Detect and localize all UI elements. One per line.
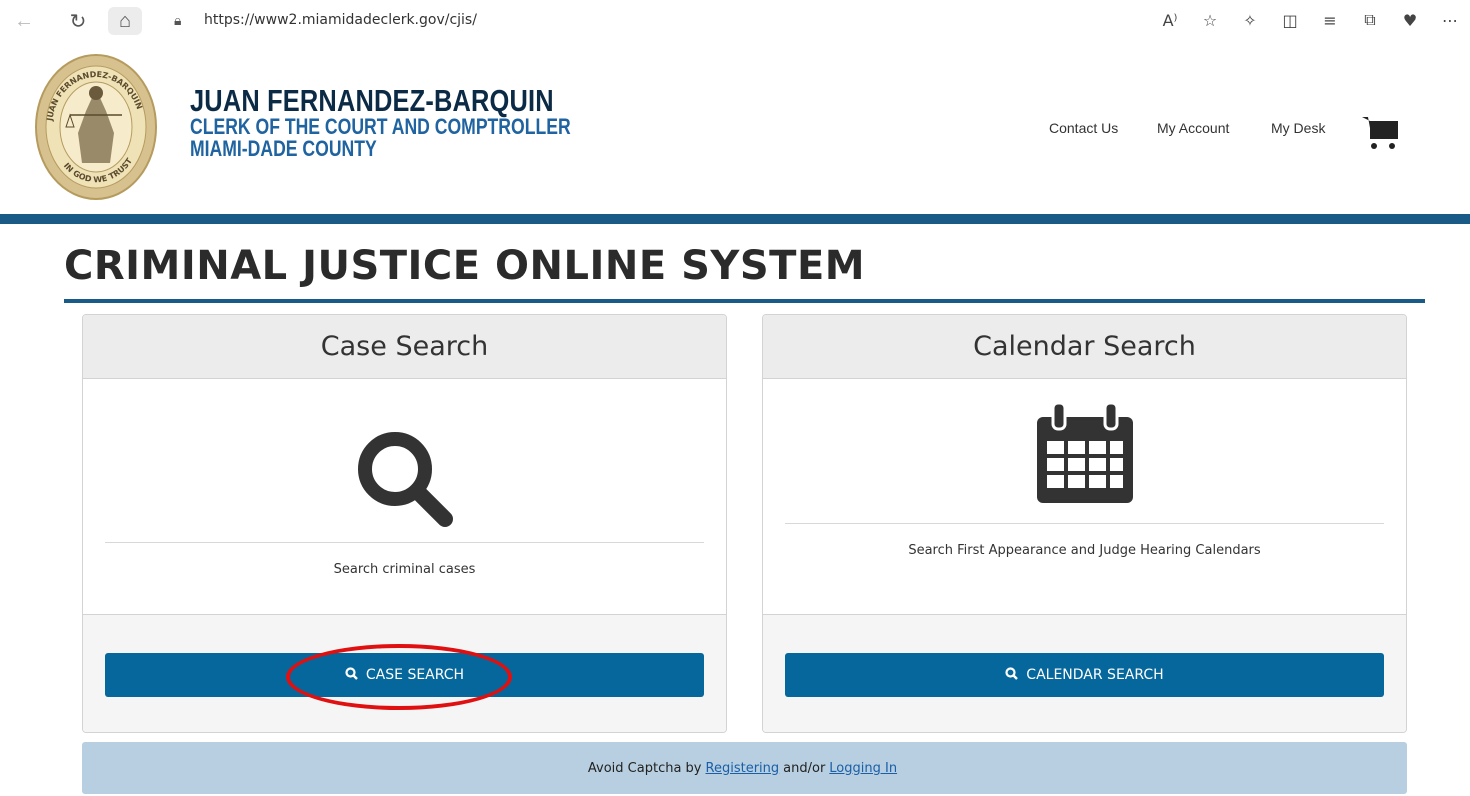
search-button-icon xyxy=(1005,666,1019,684)
read-aloud-icon[interactable]: A⁾ xyxy=(1150,11,1190,30)
favorites-list-icon[interactable]: ≡ xyxy=(1310,11,1350,30)
notice-middle: and/or xyxy=(783,760,826,776)
search-button-icon xyxy=(345,666,358,684)
shopping-cart-icon[interactable] xyxy=(1360,113,1400,153)
case-search-description: Search criminal cases xyxy=(333,562,476,577)
refresh-icon[interactable]: ↻ xyxy=(64,7,92,35)
captcha-notice: Avoid Captcha by Registering and/or Logg… xyxy=(82,742,1407,794)
extensions-icon[interactable]: ✧ xyxy=(1230,11,1270,30)
split-screen-icon[interactable]: ◫ xyxy=(1270,11,1310,30)
case-search-panel: Case Search Search criminal cases CASE S… xyxy=(82,314,727,733)
more-options-icon[interactable]: ⋯ xyxy=(1430,11,1470,30)
browser-health-icon[interactable]: ♥ xyxy=(1390,11,1430,30)
contact-us-link[interactable]: Contact Us xyxy=(1049,120,1118,136)
calendar-search-button-label: CALENDAR SEARCH xyxy=(1026,667,1164,683)
search-icon xyxy=(358,432,453,527)
clerk-seal-logo[interactable]: JUAN FERNANDEZ-BARQUIN IN GOD WE TRUST xyxy=(34,53,158,201)
county-name: MIAMI-DADE COUNTY xyxy=(190,136,377,161)
case-search-button[interactable]: CASE SEARCH xyxy=(105,653,704,697)
calendar-search-body: Search First Appearance and Judge Hearin… xyxy=(763,379,1406,615)
collections-icon[interactable]: ⧉ xyxy=(1350,10,1390,30)
calendar-search-panel: Calendar Search Search First Appearance … xyxy=(762,314,1407,733)
case-search-divider xyxy=(105,542,704,543)
browser-toolbar-icons: A⁾ ☆ ✧ ◫ ≡ ⧉ ♥ ⋯ xyxy=(1150,4,1470,36)
browser-toolbar: ← ↻ ⌂ 🔒︎ https://www2.miamidadeclerk.gov… xyxy=(0,0,1470,40)
header-divider xyxy=(0,214,1470,224)
page-title: CRIMINAL JUSTICE ONLINE SYSTEM xyxy=(64,243,866,289)
case-search-button-label: CASE SEARCH xyxy=(365,667,465,683)
clerk-title: CLERK OF THE COURT AND COMPTROLLER xyxy=(190,114,571,139)
registering-link[interactable]: Registering xyxy=(706,761,780,776)
calendar-search-button[interactable]: CALENDAR SEARCH xyxy=(785,653,1384,697)
case-search-footer: CASE SEARCH xyxy=(83,615,726,732)
calendar-search-heading: Calendar Search xyxy=(763,315,1406,379)
site-header: JUAN FERNANDEZ-BARQUIN IN GOD WE TRUST J… xyxy=(0,40,1470,214)
back-arrow-icon[interactable]: ← xyxy=(10,7,38,35)
title-underline xyxy=(64,299,1425,303)
my-desk-link[interactable]: My Desk xyxy=(1271,120,1325,136)
my-account-link[interactable]: My Account xyxy=(1157,120,1229,136)
url-text[interactable]: https://www2.miamidadeclerk.gov/cjis/ xyxy=(204,12,477,28)
logging-in-link[interactable]: Logging In xyxy=(829,761,897,776)
lock-icon[interactable]: 🔒︎ xyxy=(174,12,196,29)
clerk-identity: JUAN FERNANDEZ-BARQUIN CLERK OF THE COUR… xyxy=(190,85,666,160)
case-search-body: Search criminal cases xyxy=(83,379,726,615)
clerk-name: JUAN FERNANDEZ-BARQUIN xyxy=(190,83,554,118)
favorite-star-icon[interactable]: ☆ xyxy=(1190,11,1230,30)
home-icon[interactable]: ⌂ xyxy=(108,7,142,35)
calendar-search-divider xyxy=(785,523,1384,524)
calendar-search-description: Search First Appearance and Judge Hearin… xyxy=(908,543,1261,558)
notice-prefix: Avoid Captcha by xyxy=(587,760,702,776)
calendar-icon xyxy=(1037,401,1133,503)
calendar-search-footer: CALENDAR SEARCH xyxy=(763,615,1406,732)
case-search-heading: Case Search xyxy=(83,315,726,379)
